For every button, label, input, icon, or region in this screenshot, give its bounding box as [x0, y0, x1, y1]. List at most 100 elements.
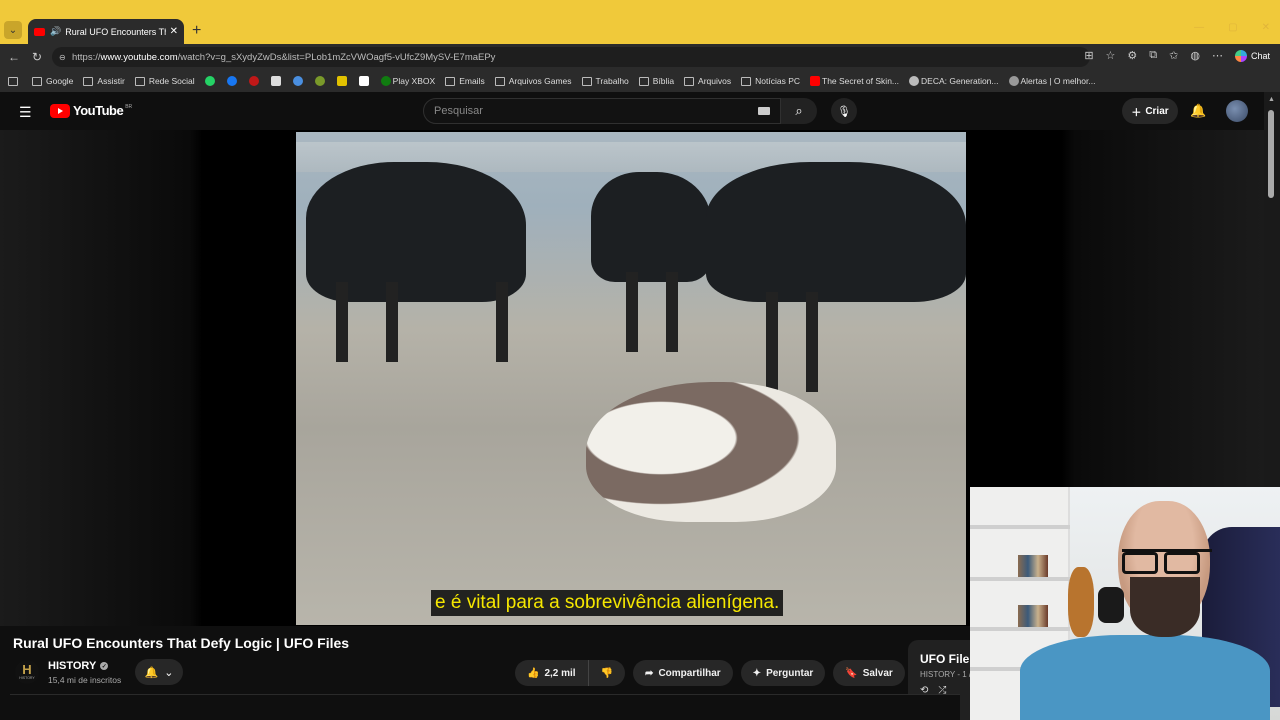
bookmark-white[interactable] — [270, 76, 283, 86]
bookmark-s[interactable] — [358, 76, 371, 86]
chat-label: Chat — [1250, 50, 1270, 61]
search-icon: ⌕ — [795, 103, 803, 118]
webcam-overlay — [970, 487, 1280, 720]
bookmark-item[interactable]: DECA: Generation... — [909, 76, 999, 86]
bookmark-green[interactable] — [314, 76, 327, 86]
app-icon — [270, 76, 281, 86]
video-frame[interactable] — [296, 132, 966, 625]
url-prefix: https:// — [72, 51, 101, 63]
site-info-icon[interactable]: ⊖ — [59, 53, 66, 62]
address-bar-row: ← ↻ ⊖ https://www.youtube.com/watch?v=g_… — [0, 44, 1280, 70]
app-icon — [292, 76, 303, 86]
bookmark-messenger[interactable] — [226, 76, 239, 86]
bookmark-item[interactable]: Alertas | O melhor... — [1008, 76, 1096, 86]
app-available-icon[interactable]: ⊞ — [1084, 49, 1093, 62]
create-button[interactable]: ＋ Criar — [1122, 98, 1178, 124]
region-code: BR — [125, 103, 133, 110]
dislike-button[interactable]: 👎 — [588, 660, 626, 686]
like-dislike-group: 👍 2,2 mil 👎 — [515, 660, 626, 686]
plus-icon: ＋ — [1131, 107, 1142, 119]
video-cow-leg — [386, 282, 398, 362]
bookmark-item[interactable]: Rede Social — [134, 76, 195, 86]
youtube-play-icon — [50, 103, 70, 118]
bookmark-item[interactable]: Assistir — [83, 76, 125, 86]
webcam-shirt — [1020, 635, 1270, 720]
audio-playing-icon[interactable]: 🔊 — [50, 26, 61, 37]
close-tab-icon[interactable]: ✕ — [170, 26, 178, 37]
copilot-chat-button[interactable]: Chat — [1234, 49, 1270, 62]
split-screen-icon[interactable]: ⧉ — [1149, 49, 1157, 62]
favorites-icon[interactable]: ✩ — [1169, 49, 1178, 62]
bookmark-item[interactable]: Arquivos Games — [494, 76, 572, 86]
new-tab-button[interactable]: + — [192, 22, 201, 40]
minimize-icon[interactable]: — — [1194, 22, 1204, 33]
bookmarks-bar: Google Assistir Rede Social Play XBOX Em… — [0, 70, 1280, 92]
video-cow-leg — [666, 272, 678, 352]
xbox-icon — [380, 76, 391, 86]
extensions-icon[interactable]: ⚙ — [1127, 49, 1137, 62]
bookmark-item[interactable]: Notícias PC — [741, 76, 800, 86]
bookmark-item[interactable]: Play XBOX — [380, 76, 435, 86]
tab-actions-menu-button[interactable]: ⌄ — [4, 21, 22, 39]
bookmark-item[interactable]: Emails — [445, 76, 485, 86]
bookmark-label: Alertas | O melhor... — [1020, 76, 1096, 86]
favorite-star-icon[interactable]: ☆ — [1106, 49, 1116, 62]
save-button[interactable]: 🔖 Salvar — [833, 660, 905, 686]
youtube-logo[interactable]: YouTube BR — [50, 103, 132, 118]
channel-name-row[interactable]: HISTORY ✓ — [48, 660, 109, 672]
bookmark-icon: 🔖 — [845, 667, 858, 679]
bookmark-item[interactable]: Google — [32, 76, 73, 86]
video-title: Rural UFO Encounters That Defy Logic | U… — [13, 635, 350, 651]
channel-logo-sub: HISTORY — [19, 676, 35, 680]
bookmark-red[interactable] — [248, 76, 261, 86]
bookmark-sidebar-icon[interactable] — [8, 76, 22, 86]
keyboard-icon[interactable] — [758, 107, 770, 115]
share-label: Compartilhar — [658, 667, 721, 679]
scroll-up-icon[interactable]: ▲ — [1268, 96, 1275, 103]
hamburger-menu-icon[interactable]: ☰ — [19, 104, 32, 121]
shelf-board — [970, 525, 1070, 529]
channel-logo-letter: H — [22, 662, 32, 677]
bookmark-whatsapp[interactable] — [204, 76, 217, 86]
bookmark-label: Emails — [459, 76, 485, 86]
bookmark-item[interactable]: The Secret of Skin... — [810, 76, 899, 86]
voice-search-button[interactable]: 🎙 — [831, 98, 857, 124]
app-icon — [314, 76, 325, 86]
bookmark-item[interactable]: Arquivos — [684, 76, 731, 86]
video-lying-cow — [586, 382, 836, 522]
bookmark-label: Notícias PC — [755, 76, 800, 86]
url-field[interactable]: ⊖ https://www.youtube.com/watch?v=g_sXyd… — [52, 47, 1090, 67]
bookmark-item[interactable]: Bíblia — [638, 76, 674, 86]
maximize-icon[interactable]: ▢ — [1228, 22, 1237, 33]
more-menu-icon[interactable]: ⋯ — [1212, 49, 1223, 62]
webcam-guitar — [1068, 567, 1094, 637]
tab-active[interactable]: 🔊 Rural UFO Encounters That Defy ✕ — [28, 19, 184, 44]
bookmark-item[interactable]: Trabalho — [581, 76, 629, 86]
scrollbar-thumb[interactable] — [1268, 110, 1274, 198]
subscription-notifications-button[interactable]: 🔔 ⌄ — [135, 659, 183, 685]
copilot-icon — [1234, 49, 1247, 62]
app-icon — [358, 76, 369, 86]
ask-button[interactable]: ✦ Perguntar — [740, 660, 826, 686]
notifications-bell-icon[interactable]: 🔔 — [1190, 103, 1206, 119]
bookmark-star[interactable] — [292, 76, 305, 86]
video-actions: 👍 2,2 mil 👎 ➦ Compartilhar ✦ Perguntar 🔖 Sal… — [515, 660, 939, 686]
close-window-icon[interactable]: ✕ — [1262, 22, 1270, 33]
chevron-down-icon: ⌄ — [164, 666, 174, 679]
avatar[interactable] — [1226, 100, 1248, 122]
channel-avatar[interactable]: H HISTORY — [15, 660, 39, 684]
bookmark-yellow[interactable] — [336, 76, 349, 86]
bell-icon: 🔔 — [144, 666, 159, 679]
back-icon[interactable]: ← — [8, 50, 20, 64]
video-cow-leg — [626, 272, 638, 352]
share-button[interactable]: ➦ Compartilhar — [633, 660, 733, 686]
shelf-board — [970, 577, 1070, 581]
create-label: Criar — [1145, 105, 1169, 117]
like-button[interactable]: 👍 2,2 mil — [515, 660, 589, 686]
like-count: 2,2 mil — [544, 667, 576, 679]
search-input[interactable]: Pesquisar — [423, 98, 781, 124]
webcam-glasses — [1122, 549, 1212, 574]
profile-icon[interactable]: ◍ — [1190, 49, 1200, 62]
search-button[interactable]: ⌕ — [781, 98, 817, 124]
refresh-icon[interactable]: ↻ — [32, 50, 42, 64]
